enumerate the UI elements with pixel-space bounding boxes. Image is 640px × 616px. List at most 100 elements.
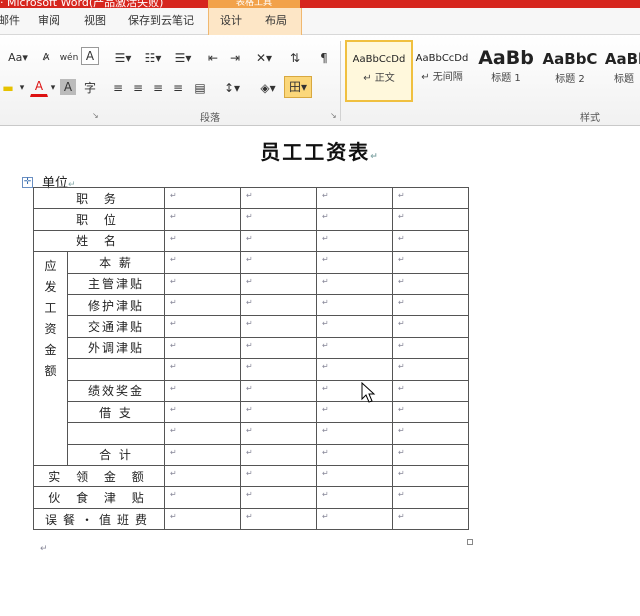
value-cell[interactable] xyxy=(240,443,317,467)
value-cell[interactable] xyxy=(392,486,469,509)
sub-item-cell[interactable]: 本 薪 xyxy=(67,251,165,274)
value-cell[interactable] xyxy=(240,186,317,210)
value-cell[interactable] xyxy=(240,336,317,360)
character-border-button[interactable]: A xyxy=(81,47,99,65)
value-cell[interactable] xyxy=(316,272,393,295)
chinese-layout-icon[interactable]: ✕▾ xyxy=(250,47,278,69)
tab-save-to-cloud-notes[interactable]: 保存到云笔记 xyxy=(128,8,194,34)
style-heading-1[interactable]: AaBb 标题 1 xyxy=(473,40,539,100)
value-cell[interactable] xyxy=(392,293,469,317)
value-cell[interactable] xyxy=(240,465,317,488)
value-cell[interactable] xyxy=(164,251,241,274)
value-cell[interactable] xyxy=(164,507,241,531)
value-cell[interactable] xyxy=(316,379,393,402)
sub-item-cell[interactable] xyxy=(67,422,165,445)
value-cell[interactable] xyxy=(392,336,469,360)
row-label-cell[interactable]: 误餐・值班费 xyxy=(33,507,165,531)
distributed-icon[interactable]: ▤ xyxy=(190,77,210,99)
change-case-button[interactable]: Aa▾ xyxy=(4,47,32,69)
value-cell[interactable] xyxy=(392,507,469,531)
style-no-spacing[interactable]: AaBbCcDd ↵ 无间隔 xyxy=(409,40,475,100)
value-cell[interactable] xyxy=(392,422,469,445)
value-cell[interactable] xyxy=(164,358,241,381)
sub-item-cell[interactable]: 绩效奖金 xyxy=(67,379,165,402)
value-cell[interactable] xyxy=(164,208,241,231)
value-cell[interactable] xyxy=(240,208,317,231)
value-cell[interactable] xyxy=(392,186,469,210)
value-cell[interactable] xyxy=(240,507,317,531)
style-heading-2[interactable]: AaBbC 标题 2 xyxy=(537,40,603,100)
value-cell[interactable] xyxy=(240,315,317,338)
increase-indent-icon[interactable]: ⇥ xyxy=(224,47,246,69)
value-cell[interactable] xyxy=(316,315,393,338)
value-cell[interactable] xyxy=(164,315,241,338)
sub-item-cell[interactable]: 借 支 xyxy=(67,400,165,424)
value-cell[interactable] xyxy=(392,272,469,295)
value-cell[interactable] xyxy=(392,315,469,338)
value-cell[interactable] xyxy=(240,229,317,253)
value-cell[interactable] xyxy=(240,293,317,317)
tab-review[interactable]: 审阅 xyxy=(38,8,60,34)
character-shading-button[interactable]: A xyxy=(60,79,76,95)
decrease-indent-icon[interactable]: ⇤ xyxy=(202,47,224,69)
highlight-dropdown-icon[interactable]: ▾ xyxy=(16,77,28,99)
multilevel-list-icon[interactable]: ☰▾ xyxy=(168,47,198,69)
sub-item-cell[interactable] xyxy=(67,358,165,381)
value-cell[interactable] xyxy=(392,229,469,253)
document-title[interactable]: 员工工资表↵ xyxy=(0,136,640,165)
value-cell[interactable] xyxy=(316,251,393,274)
row-label-cell[interactable]: 姓 名 xyxy=(33,229,165,253)
table-resize-handle[interactable] xyxy=(467,539,473,545)
value-cell[interactable] xyxy=(316,336,393,360)
value-cell[interactable] xyxy=(240,400,317,424)
value-cell[interactable] xyxy=(240,358,317,381)
sub-item-cell[interactable]: 修护津贴 xyxy=(67,293,165,317)
clear-format-icon[interactable]: A̷ xyxy=(36,47,56,69)
value-cell[interactable] xyxy=(316,422,393,445)
value-cell[interactable] xyxy=(316,400,393,424)
document-page[interactable]: 员工工资表↵ ✛ 单位↵ 职 务职 位姓 名应发工资金额本 薪主管津贴修护津贴交… xyxy=(0,126,640,616)
value-cell[interactable] xyxy=(392,465,469,488)
align-center-icon[interactable]: ≡ xyxy=(128,77,148,99)
value-cell[interactable] xyxy=(164,186,241,210)
row-label-cell[interactable]: 职 务 xyxy=(33,186,165,210)
value-cell[interactable] xyxy=(164,465,241,488)
value-cell[interactable] xyxy=(164,422,241,445)
value-cell[interactable] xyxy=(240,422,317,445)
value-cell[interactable] xyxy=(164,293,241,317)
value-cell[interactable] xyxy=(240,251,317,274)
salary-table[interactable]: 职 务职 位姓 名应发工资金额本 薪主管津贴修护津贴交通津贴外调津贴绩效奖金借 … xyxy=(33,186,469,531)
show-marks-icon[interactable]: ¶ xyxy=(314,47,334,69)
value-cell[interactable] xyxy=(316,293,393,317)
row-label-cell[interactable]: 伙 食 津 贴 xyxy=(33,486,165,509)
table-move-handle-icon[interactable]: ✛ xyxy=(22,177,33,188)
bullets-icon[interactable]: ☰▾ xyxy=(108,47,138,69)
borders-icon[interactable]: 田▾ xyxy=(284,76,312,98)
sub-item-cell[interactable]: 主管津贴 xyxy=(67,272,165,295)
value-cell[interactable] xyxy=(392,443,469,467)
value-cell[interactable] xyxy=(164,379,241,402)
value-cell[interactable] xyxy=(316,443,393,467)
tab-mailings[interactable]: 邮件 xyxy=(0,8,20,34)
value-cell[interactable] xyxy=(316,507,393,531)
sub-item-cell[interactable]: 交通津贴 xyxy=(67,315,165,338)
value-cell[interactable] xyxy=(240,272,317,295)
value-cell[interactable] xyxy=(316,229,393,253)
style-title[interactable]: AaBl 标题 xyxy=(601,40,640,100)
font-color-dropdown-icon[interactable]: ▾ xyxy=(47,77,59,99)
paragraph-dialog-launcher-icon[interactable]: ↘ xyxy=(330,111,337,120)
justify-icon[interactable]: ≡ xyxy=(168,77,188,99)
tab-table-design[interactable]: 设计 xyxy=(220,8,242,34)
tab-table-layout[interactable]: 布局 xyxy=(265,8,287,34)
highlight-icon[interactable]: ▬ xyxy=(0,77,16,99)
sort-icon[interactable]: ⇅ xyxy=(284,47,306,69)
align-right-icon[interactable]: ≡ xyxy=(148,77,168,99)
value-cell[interactable] xyxy=(316,486,393,509)
font-dialog-launcher-icon[interactable]: ↘ xyxy=(92,111,99,120)
value-cell[interactable] xyxy=(164,400,241,424)
row-label-cell[interactable]: 实 领 金 额 xyxy=(33,465,165,488)
row-label-cell[interactable]: 职 位 xyxy=(33,208,165,231)
sub-item-cell[interactable]: 合 计 xyxy=(67,443,165,467)
value-cell[interactable] xyxy=(392,251,469,274)
category-cell[interactable]: 应发工资金额 xyxy=(33,251,68,467)
